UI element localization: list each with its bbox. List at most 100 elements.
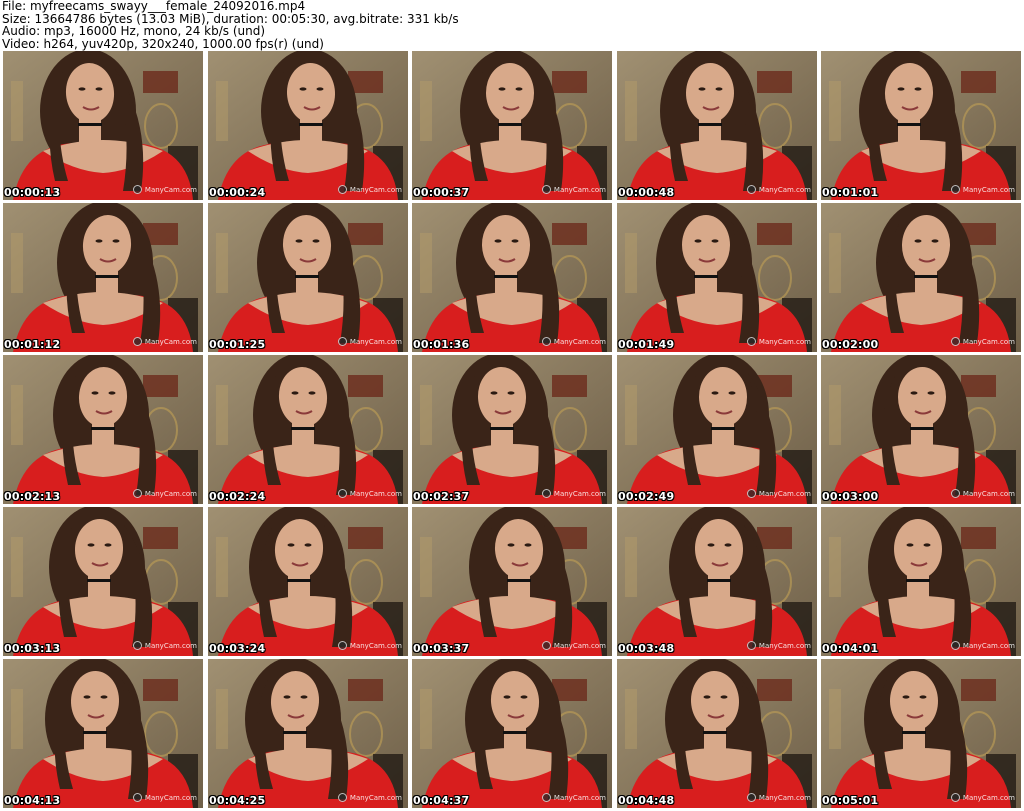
manycam-watermark: ManyCam.com (541, 641, 606, 650)
video-frame-thumbnail: 00:02:13 ManyCam.com (3, 355, 203, 504)
video-frame-thumbnail: 00:04:01 ManyCam.com (821, 507, 1021, 656)
manycam-logo-icon (746, 337, 756, 346)
manycam-logo-icon (746, 185, 756, 194)
video-frame-thumbnail: 00:01:36 ManyCam.com (412, 203, 612, 352)
watermark-text: ManyCam.com (349, 185, 402, 194)
watermark-text: ManyCam.com (553, 337, 606, 346)
manycam-logo-icon (337, 489, 347, 498)
frame-scene-image (821, 355, 1021, 504)
video-frame-thumbnail: 00:02:24 ManyCam.com (208, 355, 408, 504)
frame-scene-image (208, 51, 408, 200)
frame-scene-image (821, 51, 1021, 200)
manycam-watermark: ManyCam.com (950, 185, 1015, 194)
manycam-watermark: ManyCam.com (337, 641, 402, 650)
manycam-watermark: ManyCam.com (132, 489, 197, 498)
frame-timestamp: 00:03:24 (209, 642, 266, 655)
manycam-watermark: ManyCam.com (132, 185, 197, 194)
frame-timestamp: 00:02:00 (822, 338, 879, 351)
manycam-watermark: ManyCam.com (337, 489, 402, 498)
manycam-watermark: ManyCam.com (746, 641, 811, 650)
watermark-text: ManyCam.com (349, 641, 402, 650)
file-name-line: File: myfreecams_swayy___female_24092016… (2, 0, 306, 13)
watermark-text: ManyCam.com (349, 337, 402, 346)
manycam-logo-icon (132, 641, 142, 650)
manycam-watermark: ManyCam.com (337, 337, 402, 346)
manycam-watermark: ManyCam.com (746, 793, 811, 802)
watermark-text: ManyCam.com (553, 489, 606, 498)
watermark-text: ManyCam.com (962, 185, 1015, 194)
manycam-logo-icon (337, 793, 347, 802)
manycam-logo-icon (541, 185, 551, 194)
video-frame-thumbnail: 00:04:13 ManyCam.com (3, 659, 203, 808)
watermark-text: ManyCam.com (144, 793, 197, 802)
frame-timestamp: 00:01:36 (413, 338, 470, 351)
frame-timestamp: 00:00:37 (413, 186, 470, 199)
manycam-watermark: ManyCam.com (132, 337, 197, 346)
frame-scene-image (821, 203, 1021, 352)
frame-timestamp: 00:01:12 (4, 338, 61, 351)
watermark-text: ManyCam.com (349, 793, 402, 802)
frame-scene-image (412, 507, 612, 656)
manycam-watermark: ManyCam.com (337, 185, 402, 194)
frame-timestamp: 00:00:24 (209, 186, 266, 199)
frame-scene-image (821, 507, 1021, 656)
manycam-logo-icon (541, 641, 551, 650)
frame-scene-image (412, 659, 612, 808)
manycam-logo-icon (337, 641, 347, 650)
frame-timestamp: 00:00:13 (4, 186, 61, 199)
video-frame-thumbnail: 00:03:37 ManyCam.com (412, 507, 612, 656)
file-info-header: File: myfreecams_swayy___female_24092016… (2, 0, 1022, 50)
watermark-text: ManyCam.com (553, 793, 606, 802)
frame-timestamp: 00:00:48 (618, 186, 675, 199)
frame-timestamp: 00:01:01 (822, 186, 879, 199)
frame-timestamp: 00:03:13 (4, 642, 61, 655)
watermark-text: ManyCam.com (144, 641, 197, 650)
watermark-text: ManyCam.com (758, 337, 811, 346)
manycam-logo-icon (132, 489, 142, 498)
manycam-logo-icon (950, 641, 960, 650)
frame-timestamp: 00:01:25 (209, 338, 266, 351)
manycam-logo-icon (950, 337, 960, 346)
manycam-logo-icon (541, 793, 551, 802)
thumbnail-grid: 00:00:13 ManyCam.com 00:00:24 ManyCam.com 00… (3, 51, 1023, 809)
watermark-text: ManyCam.com (349, 489, 402, 498)
manycam-watermark: ManyCam.com (541, 337, 606, 346)
watermark-text: ManyCam.com (144, 185, 197, 194)
frame-timestamp: 00:01:49 (618, 338, 675, 351)
manycam-watermark: ManyCam.com (746, 185, 811, 194)
manycam-logo-icon (541, 337, 551, 346)
frame-timestamp: 00:03:00 (822, 490, 879, 503)
manycam-logo-icon (132, 793, 142, 802)
manycam-logo-icon (746, 641, 756, 650)
manycam-watermark: ManyCam.com (132, 641, 197, 650)
video-frame-thumbnail: 00:01:49 ManyCam.com (617, 203, 817, 352)
video-frame-thumbnail: 00:05:01 ManyCam.com (821, 659, 1021, 808)
watermark-text: ManyCam.com (962, 337, 1015, 346)
manycam-logo-icon (950, 185, 960, 194)
manycam-watermark: ManyCam.com (950, 641, 1015, 650)
frame-scene-image (3, 51, 203, 200)
manycam-logo-icon (950, 793, 960, 802)
video-frame-thumbnail: 00:04:25 ManyCam.com (208, 659, 408, 808)
manycam-watermark: ManyCam.com (950, 489, 1015, 498)
frame-timestamp: 00:02:13 (4, 490, 61, 503)
frame-timestamp: 00:04:01 (822, 642, 879, 655)
video-frame-thumbnail: 00:04:37 ManyCam.com (412, 659, 612, 808)
watermark-text: ManyCam.com (553, 641, 606, 650)
frame-timestamp: 00:04:37 (413, 794, 470, 807)
watermark-text: ManyCam.com (144, 337, 197, 346)
video-frame-thumbnail: 00:01:01 ManyCam.com (821, 51, 1021, 200)
manycam-watermark: ManyCam.com (746, 489, 811, 498)
frame-scene-image (412, 51, 612, 200)
frame-scene-image (617, 507, 817, 656)
video-frame-thumbnail: 00:03:00 ManyCam.com (821, 355, 1021, 504)
frame-scene-image (3, 507, 203, 656)
frame-scene-image (617, 355, 817, 504)
frame-timestamp: 00:04:13 (4, 794, 61, 807)
frame-timestamp: 00:04:25 (209, 794, 266, 807)
frame-scene-image (412, 355, 612, 504)
manycam-watermark: ManyCam.com (337, 793, 402, 802)
manycam-logo-icon (746, 489, 756, 498)
frame-scene-image (617, 203, 817, 352)
watermark-text: ManyCam.com (144, 489, 197, 498)
